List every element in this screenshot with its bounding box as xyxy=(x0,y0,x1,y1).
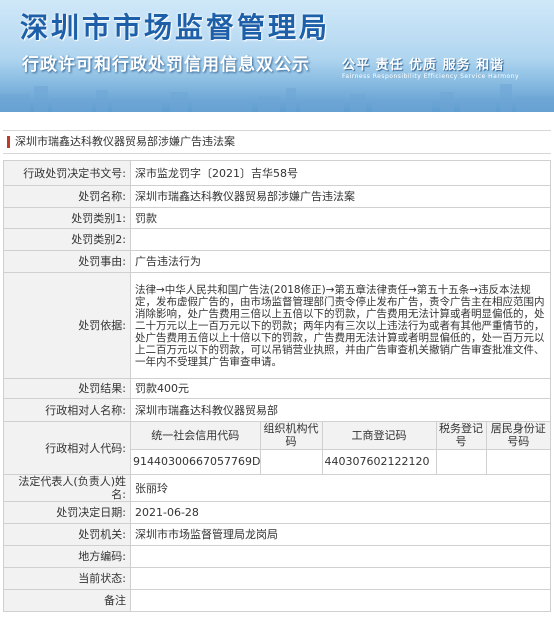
value-org-code xyxy=(259,449,322,474)
row-legal-rep: 法定代表人(负责人)姓名: 张丽玲 xyxy=(3,474,551,502)
value-category2 xyxy=(130,228,551,251)
label-authority: 处罚机关: xyxy=(3,523,131,546)
label-remarks: 备注 xyxy=(3,589,131,612)
row-case-name: 处罚名称: 深圳市瑞鑫达科教仪器贸易部涉嫌广告违法案 xyxy=(3,185,551,208)
value-category1: 罚款 xyxy=(130,207,551,229)
site-subtitle: 行政许可和行政处罚信用信息双公示 xyxy=(22,55,310,75)
row-remarks: 备注 xyxy=(3,589,551,612)
value-result: 罚款400元 xyxy=(130,378,551,399)
value-area-code xyxy=(130,545,551,568)
label-reason: 处罚事由: xyxy=(3,250,131,273)
case-title-bar: 深圳市瑞鑫达科教仪器贸易部涉嫌广告违法案 xyxy=(3,130,551,154)
header-credit-code: 统一社会信用代码 xyxy=(131,422,260,450)
penalty-info-table: 行政处罚决定书文号: 深市监龙罚字〔2021〕吉华58号 处罚名称: 深圳市瑞鑫… xyxy=(3,160,551,612)
row-decision-date: 处罚决定日期: 2021-06-28 xyxy=(3,501,551,524)
value-party-name: 深圳市瑞鑫达科教仪器贸易部 xyxy=(130,398,551,422)
party-codes-cell: 统一社会信用代码 组织机构代码 工商登记码 税务登记号 居民身份证号码 9144… xyxy=(130,421,551,475)
value-case-name: 深圳市瑞鑫达科教仪器贸易部涉嫌广告违法案 xyxy=(130,185,551,208)
site-title: 深圳市市场监督管理局 xyxy=(20,11,331,44)
row-authority: 处罚机关: 深圳市市场监督管理局龙岗局 xyxy=(3,523,551,546)
row-basis: 处罚依据: 法律→中华人民共和国广告法(2018修正)→第五章法律责任→第五十五… xyxy=(3,272,551,379)
row-area-code: 地方编码: xyxy=(3,545,551,568)
label-decision-date: 处罚决定日期: xyxy=(3,501,131,524)
label-legal-rep: 法定代表人(负责人)姓名: xyxy=(3,474,131,502)
label-decision-no: 行政处罚决定书文号: xyxy=(3,160,131,186)
row-category1: 处罚类别1: 罚款 xyxy=(3,207,551,229)
header-business-reg-code: 工商登记码 xyxy=(321,422,436,450)
value-decision-date: 2021-06-28 xyxy=(130,501,551,524)
value-legal-rep: 张丽玲 xyxy=(130,474,551,502)
site-motto: 公平 责任 优质 服务 和谐 xyxy=(342,58,505,73)
site-motto-english: Fairness Responsibility Efficiency Servi… xyxy=(342,73,520,80)
row-status: 当前状态: xyxy=(3,567,551,590)
value-reason: 广告违法行为 xyxy=(130,250,551,273)
value-basis: 法律→中华人民共和国广告法(2018修正)→第五章法律责任→第五十五条→违反本法… xyxy=(130,272,551,379)
label-category2: 处罚类别2: xyxy=(3,228,131,251)
label-result: 处罚结果: xyxy=(3,378,131,399)
party-codes-header-row: 统一社会信用代码 组织机构代码 工商登记码 税务登记号 居民身份证号码 xyxy=(131,422,550,450)
case-title-text: 深圳市瑞鑫达科教仪器贸易部涉嫌广告违法案 xyxy=(15,135,235,148)
row-decision-no: 行政处罚决定书文号: 深市监龙罚字〔2021〕吉华58号 xyxy=(3,160,551,186)
header-id-card-no: 居民身份证号码 xyxy=(485,422,550,450)
header-tax-reg-no: 税务登记号 xyxy=(435,422,486,450)
row-party-name: 行政相对人名称: 深圳市瑞鑫达科教仪器贸易部 xyxy=(3,398,551,422)
label-party-name: 行政相对人名称: xyxy=(3,398,131,422)
value-authority: 深圳市市场监督管理局龙岗局 xyxy=(130,523,551,546)
header-banner: 深圳市市场监督管理局 行政许可和行政处罚信用信息双公示 公平 责任 优质 服务 … xyxy=(0,0,554,112)
header-org-code: 组织机构代码 xyxy=(259,422,322,450)
value-status xyxy=(130,567,551,590)
value-tax-reg-no xyxy=(435,449,486,474)
row-result: 处罚结果: 罚款400元 xyxy=(3,378,551,399)
label-basis: 处罚依据: xyxy=(3,272,131,379)
label-category1: 处罚类别1: xyxy=(3,207,131,229)
label-status: 当前状态: xyxy=(3,567,131,590)
value-id-card-no xyxy=(485,449,550,474)
row-category2: 处罚类别2: xyxy=(3,228,551,251)
value-remarks xyxy=(130,589,551,612)
label-case-name: 处罚名称: xyxy=(3,185,131,208)
title-marker-icon xyxy=(7,136,10,148)
row-reason: 处罚事由: 广告违法行为 xyxy=(3,250,551,273)
party-codes-table: 统一社会信用代码 组织机构代码 工商登记码 税务登记号 居民身份证号码 9144… xyxy=(131,422,550,474)
value-business-reg-code: 440307602122120 xyxy=(321,449,436,474)
row-party-codes: 行政相对人代码: 统一社会信用代码 组织机构代码 工商登记码 税务登记号 居民身… xyxy=(3,421,551,475)
party-codes-value-row: 91440300667057769D 440307602122120 xyxy=(131,449,550,474)
label-area-code: 地方编码: xyxy=(3,545,131,568)
label-party-codes: 行政相对人代码: xyxy=(3,421,131,475)
value-decision-no: 深市监龙罚字〔2021〕吉华58号 xyxy=(130,160,551,186)
value-credit-code: 91440300667057769D xyxy=(133,455,261,469)
